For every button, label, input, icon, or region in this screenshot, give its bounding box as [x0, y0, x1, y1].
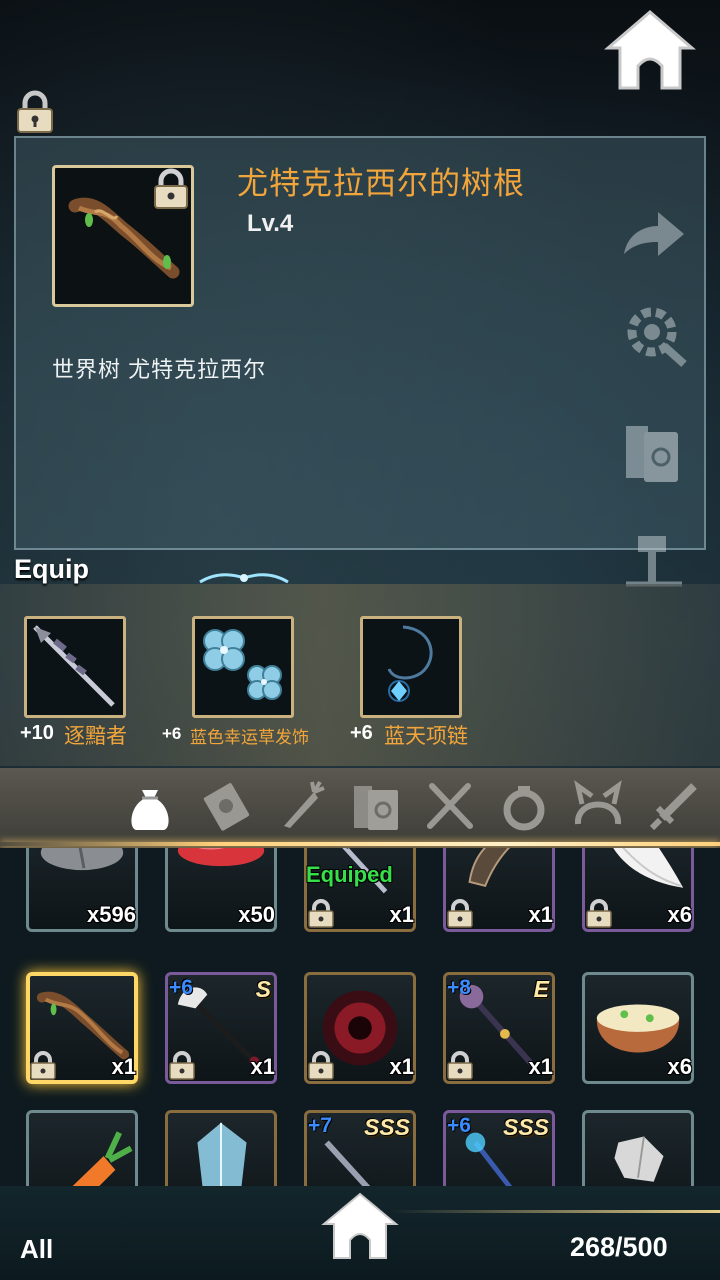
lock-toggle-icon[interactable]	[14, 90, 56, 134]
equip-slot-weapon[interactable]	[24, 616, 126, 718]
ornament-icon	[196, 568, 292, 588]
filter-all-button[interactable]: All	[20, 1234, 53, 1265]
item-level: Lv.4	[247, 210, 294, 237]
ticket-icon	[203, 783, 250, 831]
equip-slot-level: +6	[350, 722, 373, 744]
inventory-slot[interactable]	[582, 1110, 694, 1186]
lock-icon	[150, 168, 192, 210]
inventory-capacity: 268/500	[570, 1232, 668, 1262]
gem-icon	[614, 1136, 664, 1182]
clover-hairpin-icon	[203, 629, 282, 700]
lock-icon	[306, 1050, 336, 1080]
item-quantity: x1	[528, 902, 553, 927]
item-rank: SSS	[363, 1114, 410, 1140]
category-tab-rings[interactable]	[496, 778, 552, 834]
home-button[interactable]	[603, 8, 697, 92]
category-divider	[0, 842, 720, 846]
category-tab-all[interactable]	[122, 778, 178, 834]
lock-icon	[445, 898, 475, 928]
item-enhance-level: +6	[447, 1114, 471, 1137]
lock-icon	[167, 1050, 197, 1080]
equip-slot-name: 蓝天项链	[384, 725, 468, 748]
item-quantity: x1	[528, 1054, 553, 1079]
share-arrow-icon[interactable]	[618, 198, 690, 270]
item-quantity: x50	[238, 902, 275, 927]
necklace-icon	[387, 625, 433, 702]
house-icon	[321, 1192, 399, 1259]
item-enhance-level: +7	[308, 1114, 332, 1137]
bag-icon	[131, 790, 169, 830]
bottom-home-button[interactable]	[320, 1190, 400, 1262]
category-tab-tickets[interactable]	[198, 778, 254, 834]
bottom-divider	[390, 1210, 720, 1213]
equip-slot-necklace[interactable]	[360, 616, 462, 718]
sword-icon	[649, 783, 697, 831]
category-tab-books[interactable]	[348, 778, 404, 834]
lock-icon	[306, 898, 336, 928]
item-quantity: x1	[389, 1054, 414, 1079]
house-icon	[603, 10, 697, 90]
crystal-icon	[197, 1122, 247, 1186]
encyclopedia-book-icon[interactable]	[618, 416, 690, 488]
item-quantity: x6	[667, 1054, 692, 1079]
equip-slot-accessory[interactable]	[192, 616, 294, 718]
spear-icon	[33, 625, 115, 707]
category-tab-headwear[interactable]	[570, 778, 626, 834]
item-name: 尤特克拉西尔的树根	[237, 166, 525, 201]
carrot-icon	[284, 780, 325, 828]
item-description: 世界树 尤特克拉西尔	[52, 357, 267, 382]
category-tab-weapons[interactable]	[646, 778, 702, 834]
upgrade-gear-icon[interactable]	[618, 298, 690, 370]
item-enhance-level: +8	[447, 976, 471, 999]
equipped-status: Equiped	[306, 862, 393, 887]
item-quantity: x596	[87, 902, 136, 927]
inventory-slot[interactable]	[165, 1110, 277, 1186]
ring-icon	[503, 786, 545, 831]
item-quantity: x1	[250, 1054, 275, 1079]
equip-title: Equip	[14, 554, 89, 584]
headband-icon	[574, 780, 622, 825]
lock-icon	[584, 898, 614, 928]
equip-slot-name: 逐黯者	[64, 725, 127, 748]
item-quantity: x6	[667, 902, 692, 927]
equip-slot-level: +10	[20, 722, 54, 744]
item-rank: SSS	[502, 1114, 549, 1140]
fork-knife-icon	[427, 783, 473, 829]
item-quantity: x1	[389, 902, 414, 927]
item-rank: E	[533, 976, 549, 1002]
category-tab-materials[interactable]	[272, 778, 328, 834]
item-rank: S	[255, 976, 271, 1002]
item-enhance-level: +6	[169, 976, 193, 999]
category-tab-food[interactable]	[422, 778, 478, 834]
lock-icon	[28, 1050, 58, 1080]
inventory-slot[interactable]	[26, 1110, 138, 1186]
equip-slot-level: +6	[162, 724, 182, 743]
carrot-icon	[72, 1131, 133, 1186]
inventory-grid: x596 x50 x1 Equiped x1 x6 x1 x1 +6 Sx1 x1 +8 Ex6 +7 SS…	[0, 848, 720, 1186]
lock-icon	[445, 1050, 475, 1080]
book-icon	[354, 786, 398, 830]
item-quantity: x1	[111, 1054, 136, 1079]
equip-slot-name: 蓝色幸运草发饰	[190, 728, 309, 747]
